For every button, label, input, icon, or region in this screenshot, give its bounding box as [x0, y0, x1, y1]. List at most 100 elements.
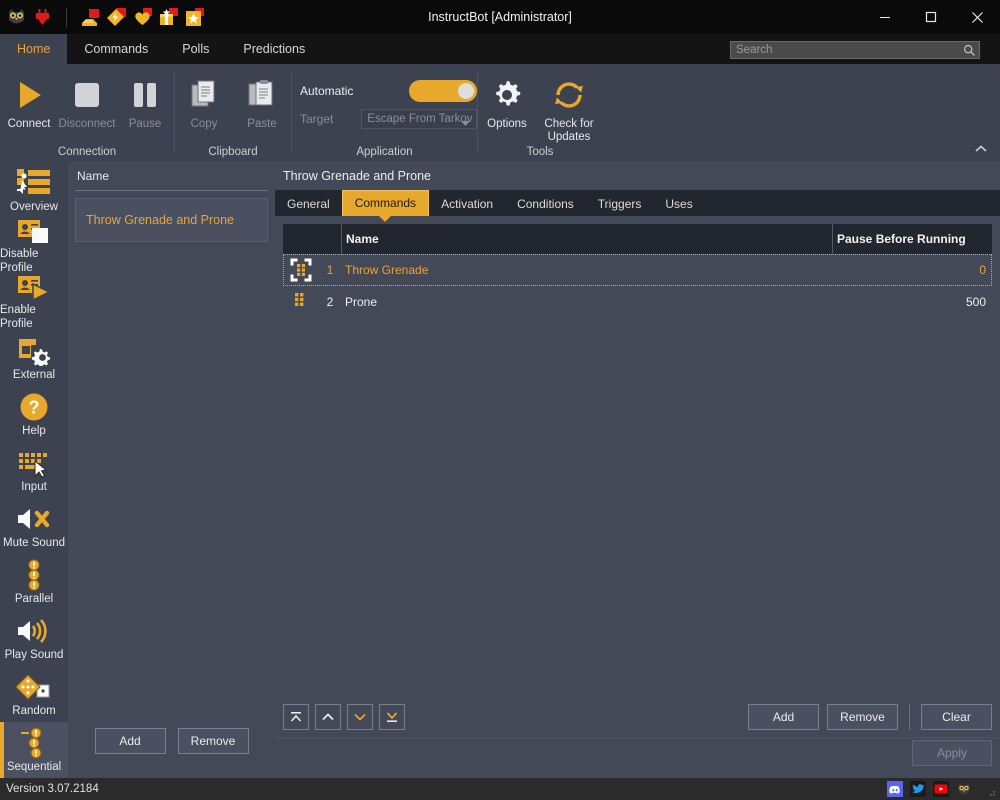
- owl-logo-icon[interactable]: [6, 7, 27, 28]
- copy-button[interactable]: Copy: [175, 69, 233, 131]
- tab-polls[interactable]: Polls: [165, 34, 226, 64]
- chevron-down-icon: [456, 118, 470, 130]
- move-down-button[interactable]: [347, 704, 373, 730]
- apply-button[interactable]: Apply: [912, 740, 992, 766]
- tab-activation[interactable]: Activation: [429, 192, 505, 216]
- panel-divider: [275, 737, 1000, 738]
- tab-uses[interactable]: Uses: [653, 192, 704, 216]
- sidebar-item-help[interactable]: ? Help: [0, 386, 68, 442]
- sidebar-item-external[interactable]: External: [0, 330, 68, 386]
- maximize-button[interactable]: [908, 0, 954, 34]
- collapse-ribbon-button[interactable]: [970, 140, 992, 158]
- sidebar-item-label: Random: [12, 705, 56, 717]
- clear-button[interactable]: Clear: [921, 704, 992, 730]
- tab-general[interactable]: General: [275, 192, 342, 216]
- row-name: Prone: [345, 295, 378, 309]
- check-for-updates-button[interactable]: Check for Updates: [536, 69, 602, 144]
- remove-button[interactable]: Remove: [827, 704, 898, 730]
- connect-label: Connect: [7, 118, 51, 130]
- grid-header-pause[interactable]: Pause Before Running: [832, 224, 992, 254]
- sidebar-item-mute-sound[interactable]: Mute Sound: [0, 498, 68, 554]
- drag-handle-icon[interactable]: [283, 258, 319, 282]
- ribbon-group-label-clipboard: Clipboard: [208, 146, 258, 158]
- sidebar-item-overview[interactable]: Overview: [0, 162, 68, 218]
- tab-commands[interactable]: Commands: [67, 34, 165, 64]
- row-pause: 0: [979, 263, 986, 277]
- gift-star-icon[interactable]: [158, 7, 179, 28]
- toolbar-divider: [66, 7, 67, 27]
- automatic-toggle[interactable]: [409, 80, 477, 102]
- profile-remove-button[interactable]: Remove: [177, 728, 249, 754]
- table-row[interactable]: 2 Prone 500: [283, 286, 992, 318]
- tab-commands[interactable]: Commands: [341, 190, 430, 222]
- sequential-icon: [17, 726, 51, 760]
- left-nav: Overview Disable Profile Enable Profile …: [0, 162, 68, 778]
- profile-header-rule: [75, 190, 268, 191]
- sidebar-item-parallel[interactable]: Parallel: [0, 554, 68, 610]
- grid-action-buttons: Add Remove Clear: [748, 704, 992, 730]
- tab-predictions[interactable]: Predictions: [226, 34, 322, 64]
- sidebar-item-play-sound[interactable]: Play Sound: [0, 610, 68, 666]
- resize-grip[interactable]: [986, 787, 996, 797]
- list-item[interactable]: Throw Grenade and Prone: [75, 198, 268, 242]
- search-input[interactable]: [731, 44, 959, 56]
- move-to-top-button[interactable]: [283, 704, 309, 730]
- row-order-toolbar: [283, 704, 405, 730]
- automatic-label: Automatic: [300, 84, 354, 98]
- move-up-button[interactable]: [315, 704, 341, 730]
- social-links: [887, 781, 972, 797]
- disconnect-button[interactable]: Disconnect: [58, 69, 116, 131]
- move-to-bottom-button[interactable]: [379, 704, 405, 730]
- paste-label: Paste: [247, 118, 277, 130]
- profile-buttons: Add Remove: [68, 728, 275, 754]
- sidebar-item-label: Input: [21, 481, 47, 493]
- toggle-knob: [458, 83, 474, 99]
- ribbon-group-tools: Options Check for Updates Tools: [478, 64, 602, 162]
- table-row[interactable]: 1 Throw Grenade 0: [283, 254, 992, 286]
- external-gear-icon: [16, 334, 52, 368]
- heart-icon[interactable]: [132, 7, 153, 28]
- options-button[interactable]: Options: [478, 69, 536, 131]
- tab-home[interactable]: Home: [0, 34, 68, 64]
- apply-button-wrap: Apply: [912, 740, 992, 766]
- gold-bars-icon[interactable]: [80, 7, 101, 28]
- youtube-icon[interactable]: [933, 781, 949, 797]
- grid-header-row: Name Pause Before Running: [283, 224, 992, 254]
- tab-conditions[interactable]: Conditions: [505, 192, 586, 216]
- sidebar-item-disable-profile[interactable]: Disable Profile: [0, 218, 68, 274]
- dice-icon: [15, 670, 53, 704]
- star-icon[interactable]: [184, 7, 205, 28]
- minimize-button[interactable]: [862, 0, 908, 34]
- sidebar-item-sequential[interactable]: Sequential: [0, 722, 68, 778]
- lightning-tag-icon[interactable]: [106, 7, 127, 28]
- profile-enable-icon: [15, 273, 53, 303]
- sidebar-item-enable-profile[interactable]: Enable Profile: [0, 274, 68, 330]
- profile-panel: Name Throw Grenade and Prone Add Remove: [68, 162, 275, 778]
- target-select[interactable]: Escape From Tarkov: [361, 109, 477, 129]
- profile-list[interactable]: Throw Grenade and Prone: [75, 198, 268, 242]
- sidebar-item-random[interactable]: Random: [0, 666, 68, 722]
- paste-button[interactable]: Paste: [233, 69, 291, 131]
- tab-triggers[interactable]: Triggers: [586, 192, 654, 216]
- row-pause: 500: [965, 295, 986, 309]
- connect-button[interactable]: Connect: [0, 69, 58, 131]
- pause-button[interactable]: Pause: [116, 69, 174, 131]
- owl-logo-icon[interactable]: [956, 781, 972, 797]
- target-label: Target: [300, 112, 334, 126]
- search-box[interactable]: [730, 41, 980, 59]
- twitter-icon[interactable]: [910, 781, 926, 797]
- close-button[interactable]: [954, 0, 1000, 34]
- search-icon[interactable]: [959, 44, 979, 57]
- help-icon: ?: [19, 390, 49, 424]
- disconnect-label: Disconnect: [58, 118, 116, 130]
- drag-handle-icon[interactable]: [283, 293, 319, 311]
- svg-text:?: ?: [29, 398, 40, 418]
- detail-tab-bar: General Commands Activation Conditions T…: [275, 190, 1000, 222]
- sidebar-item-input[interactable]: Input: [0, 442, 68, 498]
- discord-icon[interactable]: [887, 781, 903, 797]
- grid-header-name[interactable]: Name: [341, 224, 832, 254]
- profile-add-button[interactable]: Add: [94, 728, 166, 754]
- add-button[interactable]: Add: [748, 704, 819, 730]
- gear-icon: [490, 75, 524, 115]
- plug-icon[interactable]: [32, 7, 53, 28]
